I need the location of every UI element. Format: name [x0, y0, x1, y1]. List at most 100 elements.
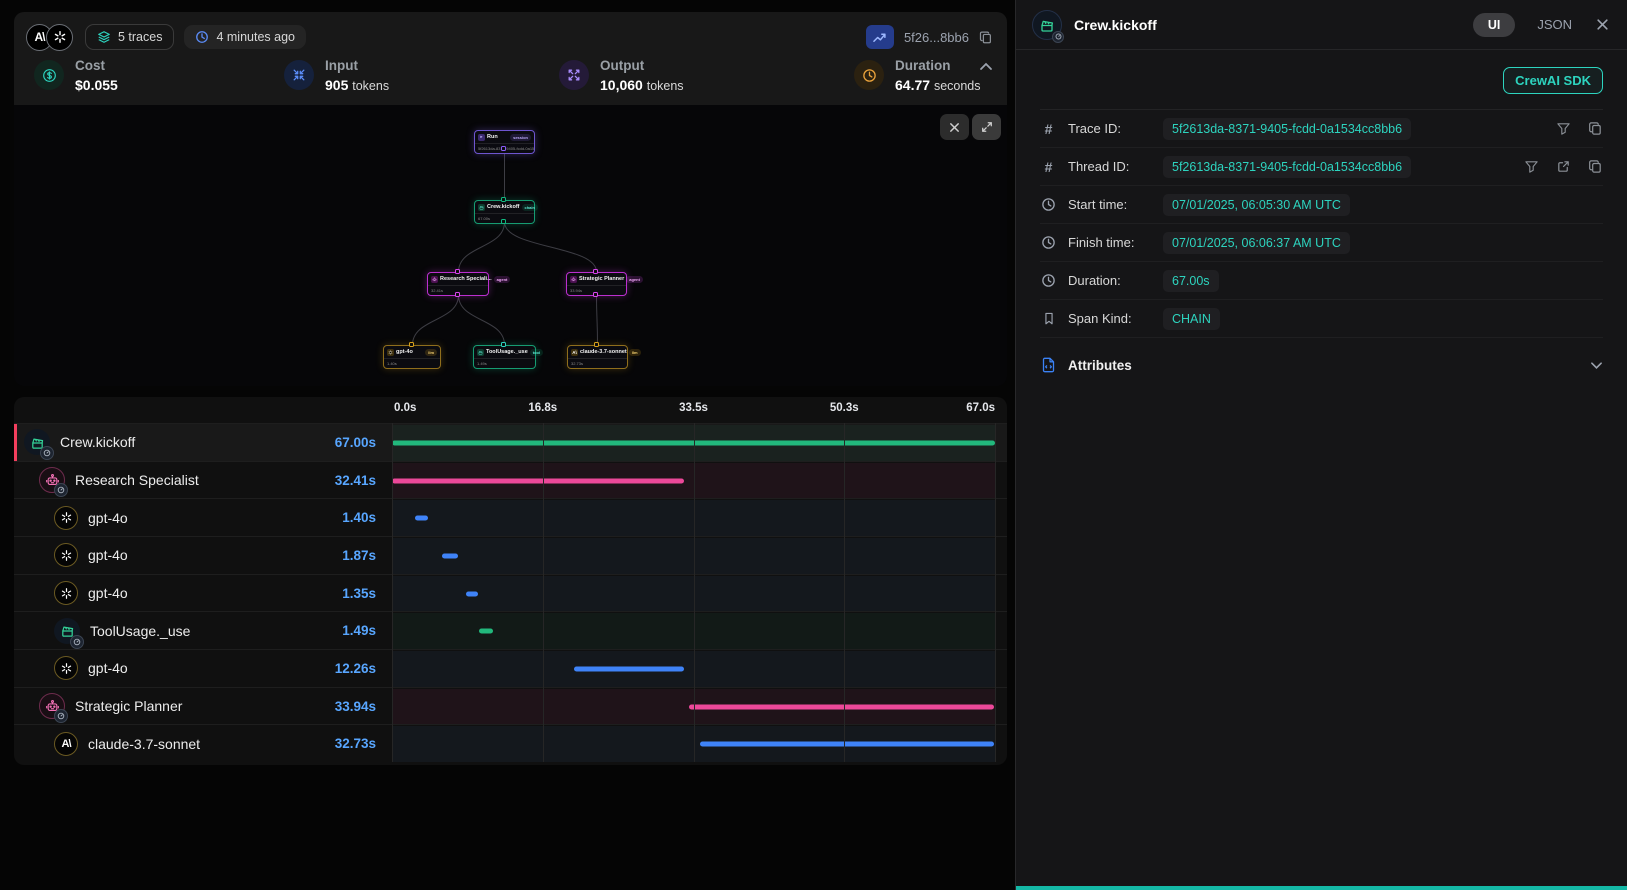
axis-tick-label: 67.0s	[966, 402, 995, 414]
gridline	[543, 423, 544, 762]
stat-input: Input 905 tokens	[284, 58, 559, 93]
gridline	[995, 423, 996, 762]
axis-tick-label: 16.8s	[528, 402, 557, 414]
agent-icon	[431, 276, 438, 283]
clock-icon	[1040, 197, 1057, 212]
field-value-pill: 5f2613da-8371-9405-fcdd-0a1534cc8bb6	[1163, 156, 1411, 178]
node-connection-handle	[501, 197, 506, 202]
span-label: Research Specialist 32.41s	[14, 467, 392, 493]
agent-robot-icon	[39, 693, 65, 719]
filter-icon[interactable]	[1524, 159, 1539, 174]
node-connection-handle	[594, 342, 599, 347]
agentops-badge-icon	[54, 709, 68, 723]
run-icon: ▸	[478, 134, 485, 141]
crew-icon	[1032, 10, 1062, 40]
crew-icon	[478, 204, 485, 211]
graph-node-gpt[interactable]: gpt-4o llm 1.40s	[383, 345, 441, 369]
anthropic-icon: A\	[571, 349, 578, 356]
sdk-badge: CrewAI SDK	[1503, 67, 1603, 94]
copy-icon[interactable]	[1588, 121, 1603, 136]
axis-tick-label: 50.3s	[830, 402, 859, 414]
field-span-kind: Span Kind: CHAIN	[1040, 300, 1603, 338]
node-connection-handle	[455, 269, 460, 274]
panel-title: Crew.kickoff	[1074, 17, 1157, 33]
clock-icon	[1040, 273, 1057, 288]
gridline	[392, 423, 393, 762]
node-connection-handle	[501, 219, 506, 224]
traces-count-badge[interactable]: 5 traces	[85, 24, 174, 50]
span-label: ToolUsage._use 1.49s	[14, 618, 392, 644]
field-thread-id: # Thread ID: 5f2613da-8371-9405-fcdd-0a1…	[1040, 148, 1603, 186]
provider-avatars: A\	[26, 24, 73, 51]
panel-bottom-accent-bar	[1016, 886, 1627, 890]
span-waterfall: 0.0s16.8s33.5s50.3s67.0s Crew.kickoff 67…	[14, 397, 1007, 765]
tab-ui[interactable]: UI	[1473, 13, 1516, 37]
field-duration: Duration: 67.00s	[1040, 262, 1603, 300]
filter-icon[interactable]	[1556, 121, 1571, 136]
collapse-stats-chevron-icon[interactable]	[979, 62, 993, 71]
panel-close-icon[interactable]	[1596, 18, 1609, 31]
traces-count-label: 5 traces	[118, 30, 162, 44]
arrows-out-icon	[559, 60, 589, 90]
tab-json[interactable]: JSON	[1537, 17, 1572, 32]
copy-icon[interactable]	[1588, 159, 1603, 174]
attributes-chevron-down-icon[interactable]	[1590, 361, 1603, 370]
openai-icon	[387, 349, 394, 356]
span-label: A\ claude-3.7-sonnet 32.73s	[14, 732, 392, 756]
agent-robot-icon	[39, 467, 65, 493]
attributes-label: Attributes	[1068, 358, 1132, 373]
bookmark-icon	[1040, 311, 1057, 326]
span-label: Strategic Planner 33.94s	[14, 693, 392, 719]
agentops-badge-icon	[54, 483, 68, 497]
field-value-pill: 07/01/2025, 06:06:37 AM UTC	[1163, 232, 1350, 254]
trace-metrics-button[interactable]	[866, 25, 894, 49]
graph-node-tool[interactable]: ToolUsage._use tool 1.49s	[473, 345, 536, 369]
graph-close-button[interactable]	[940, 114, 969, 140]
gridline	[844, 423, 845, 762]
stat-cost: Cost $0.055	[34, 58, 284, 93]
clock-icon	[195, 30, 209, 44]
field-start-time: Start time: 07/01/2025, 06:05:30 AM UTC	[1040, 186, 1603, 224]
attributes-section-header[interactable]: Attributes	[1040, 342, 1603, 388]
clock-icon	[1040, 235, 1057, 250]
crew-icon	[24, 429, 50, 455]
span-label: gpt-4o 1.35s	[14, 581, 392, 605]
timeline-axis: 0.0s16.8s33.5s50.3s67.0s	[392, 397, 995, 423]
time-ago-badge: 4 minutes ago	[184, 25, 306, 49]
span-label: gpt-4o 1.87s	[14, 543, 392, 567]
hash-icon: #	[1040, 121, 1057, 137]
copy-trace-id-icon[interactable]	[979, 30, 993, 45]
gridline	[694, 423, 695, 762]
node-connection-handle	[593, 269, 598, 274]
time-ago-label: 4 minutes ago	[216, 30, 295, 44]
timeline-gridlines	[392, 423, 995, 762]
field-value-pill: 67.00s	[1163, 270, 1219, 292]
node-connection-handle	[501, 146, 506, 151]
node-connection-handle	[455, 292, 460, 297]
trace-header-card: A\ 5 traces 4 minutes ago 5f26...8bb6	[14, 12, 1007, 105]
openai-logo-icon	[54, 543, 78, 567]
agent-icon	[570, 276, 577, 283]
node-connection-handle	[593, 292, 598, 297]
openai-logo-icon	[54, 506, 78, 530]
field-value-pill: 5f2613da-8371-9405-fcdd-0a1534cc8bb6	[1163, 118, 1411, 140]
graph-node-claude[interactable]: A\ claude-3.7-sonnet llm 32.73s	[567, 345, 628, 369]
external-icon[interactable]	[1556, 159, 1571, 174]
span-label: Crew.kickoff 67.00s	[14, 429, 392, 455]
clock-icon	[854, 60, 884, 90]
agentops-badge-icon	[40, 446, 54, 460]
span-detail-panel: Crew.kickoff UI JSON CrewAI SDK # Trace …	[1015, 0, 1627, 890]
graph-expand-button[interactable]	[972, 114, 1001, 140]
stat-output: Output 10,060 tokens	[559, 58, 854, 93]
dollar-icon	[34, 60, 64, 90]
field-trace-id: # Trace ID: 5f2613da-8371-9405-fcdd-0a15…	[1040, 110, 1603, 148]
trace-stats-row: Cost $0.055 Input 905 tokens Output 10,0…	[14, 52, 1007, 93]
trace-id-chip: 5f26...8bb6	[904, 30, 969, 45]
node-connection-handle	[501, 342, 506, 347]
node-connection-handle	[409, 342, 414, 347]
anthropic-logo-icon: A\	[54, 732, 78, 756]
span-label: gpt-4o 1.40s	[14, 506, 392, 530]
openai-logo-icon	[54, 581, 78, 605]
axis-tick-label: 0.0s	[394, 402, 416, 414]
trace-graph-panel: ▸ Run session 5f2613da-8371-9405-fcdd-0a…	[14, 105, 1007, 386]
